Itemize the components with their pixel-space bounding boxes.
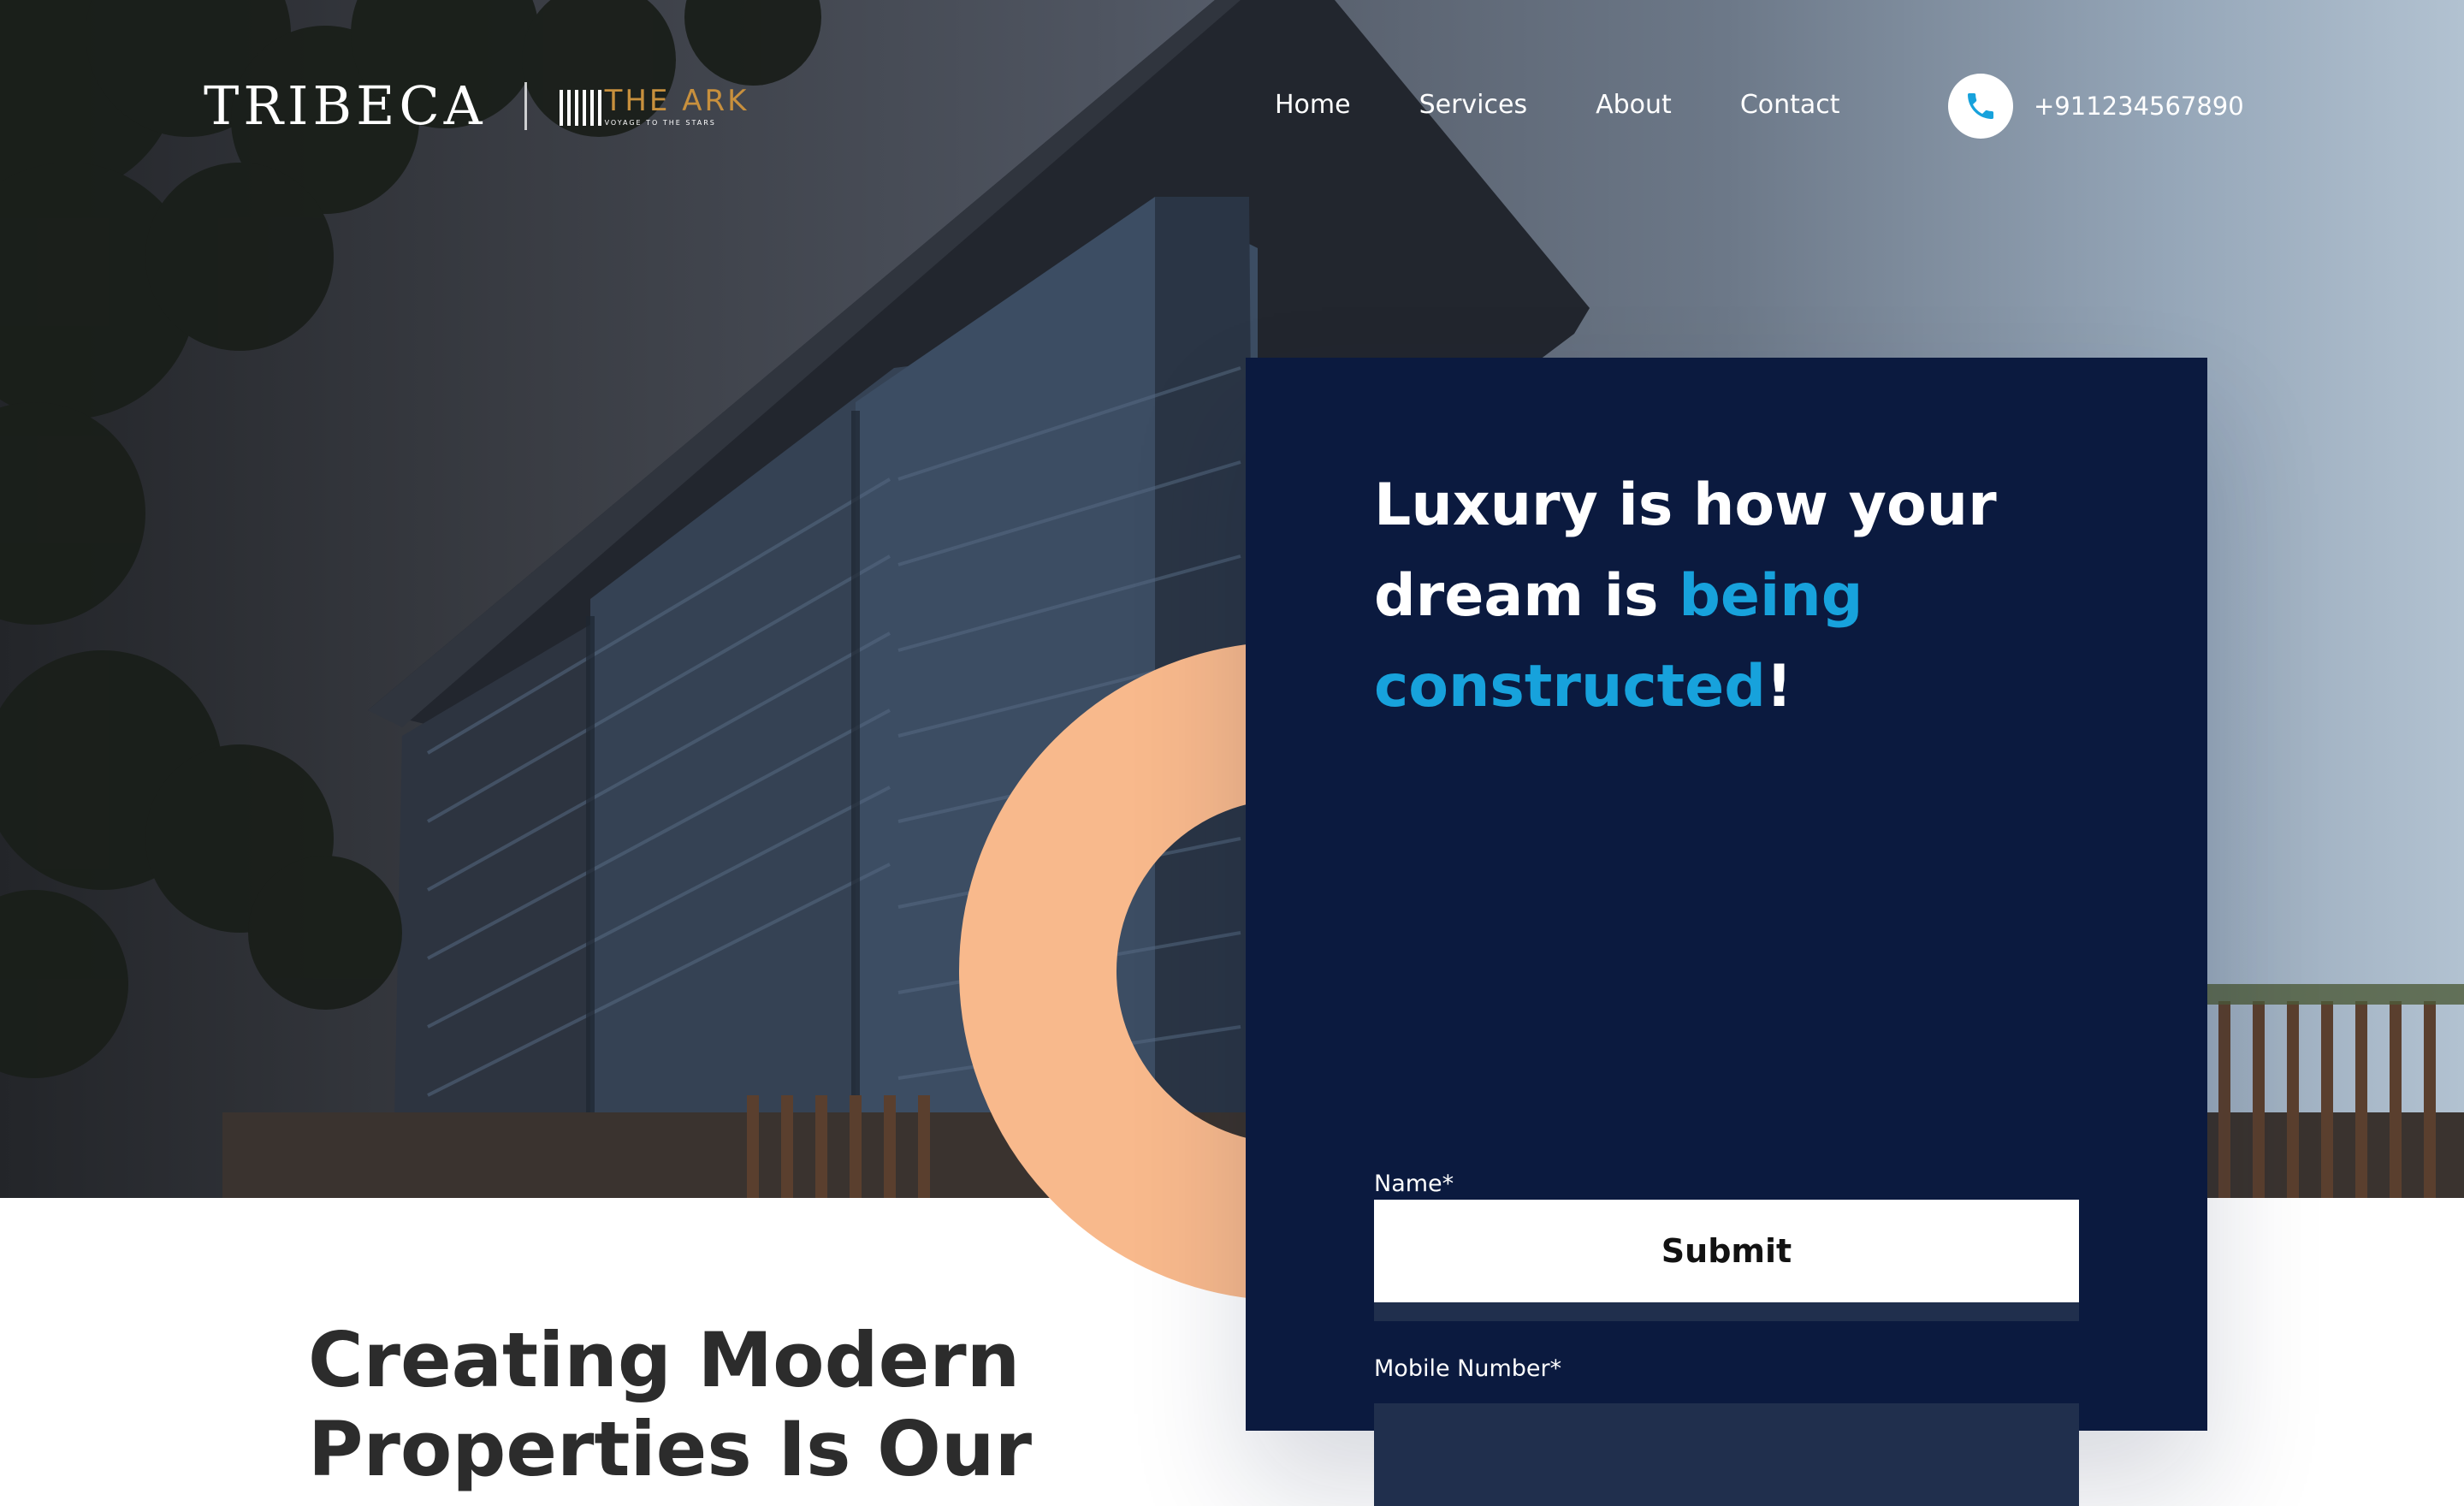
headline-line-1: Creating Modern [308, 1316, 1021, 1404]
card-title-end: ! [1765, 653, 1792, 720]
headline-line-2: Properties Is Our [308, 1405, 1032, 1493]
partner-tagline: VOYAGE TO THE STARS [604, 118, 716, 127]
partner-logo: THE ARK VOYAGE TO THE STARS [559, 83, 749, 127]
submit-button[interactable]: Submit [1374, 1200, 2079, 1302]
nav-about[interactable]: About [1596, 86, 1672, 125]
partner-brand: THE ARK [604, 83, 749, 118]
phone-icon [1948, 74, 2013, 139]
section-headline: Creating Modern Properties Is Our [308, 1316, 1078, 1494]
main-nav: Home Services About Contact [1275, 86, 1840, 125]
mobile-field[interactable] [1374, 1403, 2079, 1506]
mobile-label: Mobile Number* [1374, 1355, 1562, 1382]
phone-contact[interactable]: +911234567890 [1948, 74, 2244, 139]
brand-logo: TRIBECA [204, 74, 487, 137]
card-title: Luxury is how your dream is being constr… [1374, 460, 2144, 732]
nav-home[interactable]: Home [1275, 86, 1351, 125]
header-logo[interactable]: TRIBECA THE ARK VOYAGE TO THE STARS [204, 75, 749, 137]
name-label: Name* [1374, 1171, 1454, 1197]
decorative-ring [959, 642, 1288, 1301]
phone-number: +911234567890 [2034, 92, 2244, 121]
logo-divider [524, 82, 527, 130]
nav-services[interactable]: Services [1419, 86, 1528, 125]
nav-contact[interactable]: Contact [1740, 86, 1840, 125]
pillars-icon [559, 86, 601, 126]
